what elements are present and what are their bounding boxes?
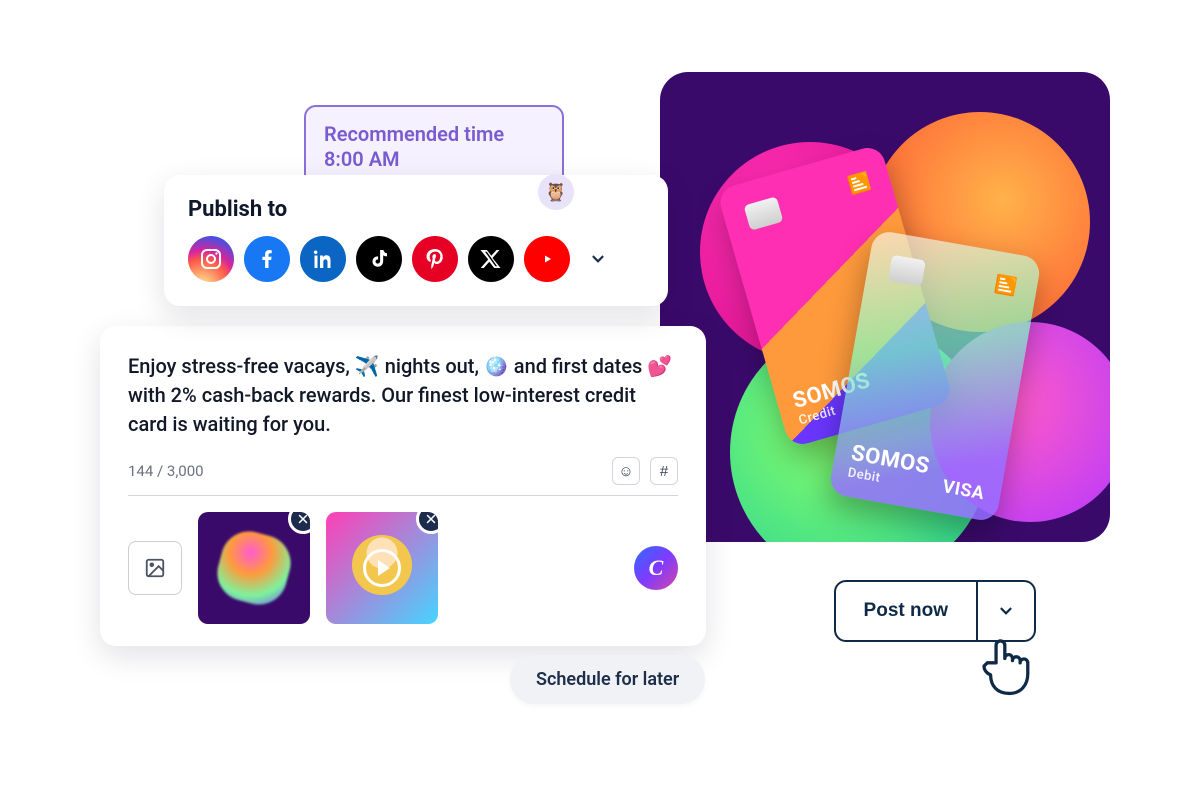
post-now-dropdown[interactable]	[978, 580, 1036, 642]
post-preview-panel: 📶 SOMOS Credit 📶 SOMOS Debit VISA	[660, 72, 1110, 542]
recommended-time-value: 8:00 AM	[324, 147, 544, 171]
facebook-icon[interactable]	[244, 236, 290, 282]
post-text[interactable]: Enjoy stress-free vacays, ✈️ nights out,…	[128, 352, 678, 439]
tiktok-icon[interactable]	[356, 236, 402, 282]
composer-card: Enjoy stress-free vacays, ✈️ nights out,…	[100, 326, 706, 646]
publish-to-card: Publish to	[164, 175, 668, 306]
schedule-later-button[interactable]: Schedule for later	[510, 655, 705, 704]
emoji-button[interactable]: ☺	[612, 457, 640, 485]
youtube-icon[interactable]	[524, 236, 570, 282]
hashtag-button[interactable]: #	[650, 457, 678, 485]
more-networks-button[interactable]	[580, 241, 616, 277]
x-icon[interactable]	[468, 236, 514, 282]
add-media-button[interactable]	[128, 541, 182, 595]
publish-to-heading: Publish to	[188, 197, 644, 222]
chip-icon	[888, 255, 926, 287]
recommended-time-label: Recommended time	[324, 121, 544, 147]
linkedin-icon[interactable]	[300, 236, 346, 282]
canva-button[interactable]: C	[634, 546, 678, 590]
instagram-icon[interactable]	[188, 236, 234, 282]
composer-meta-row: 144 / 3,000 ☺ #	[128, 457, 678, 496]
owl-icon: 🦉	[538, 174, 574, 210]
network-row	[188, 236, 644, 282]
attachment-thumb[interactable]	[326, 512, 438, 624]
attachments-row: C	[128, 512, 678, 624]
chip-icon	[744, 196, 784, 230]
post-now-button[interactable]: Post now	[834, 580, 978, 642]
attachment-thumb[interactable]	[198, 512, 310, 624]
contactless-icon: 📶	[845, 170, 872, 198]
contactless-icon: 📶	[993, 272, 1018, 298]
pinterest-icon[interactable]	[412, 236, 458, 282]
play-icon	[363, 549, 401, 587]
post-now-group: Post now	[834, 580, 1036, 642]
character-count: 144 / 3,000	[128, 462, 204, 480]
